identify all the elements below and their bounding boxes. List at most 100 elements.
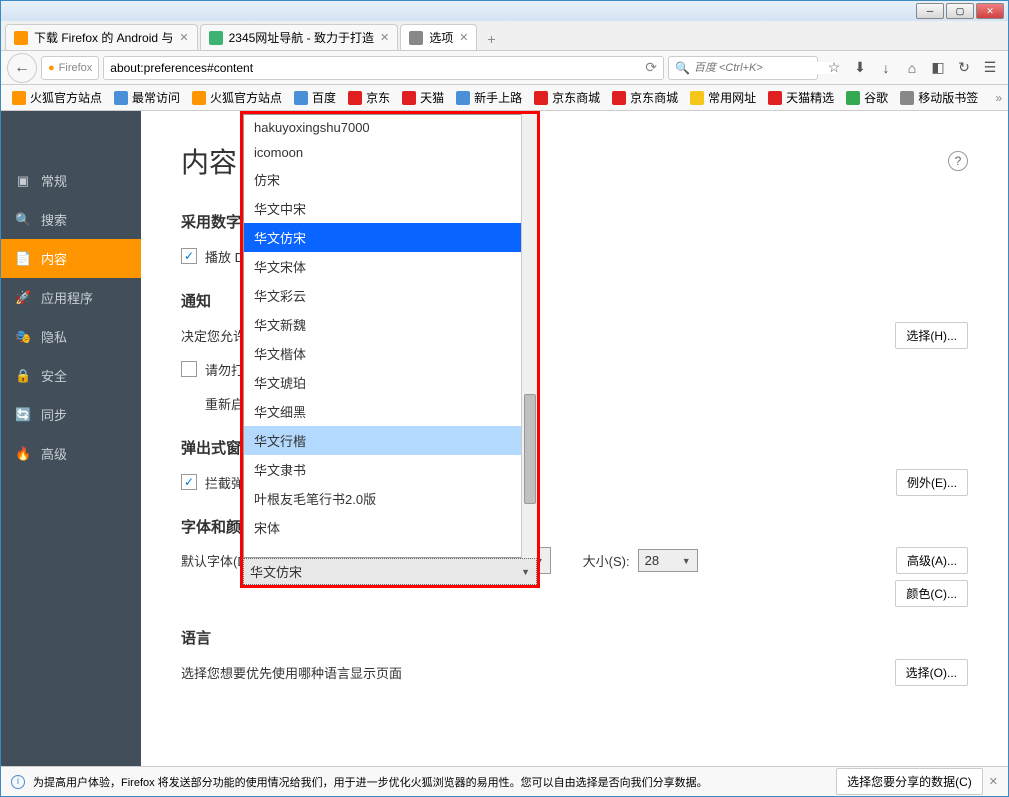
close-button[interactable]: ✕ [976, 3, 1004, 19]
tab-close-icon[interactable]: ✕ [179, 31, 188, 44]
bookmark-item[interactable]: 移动版书签 [895, 89, 983, 106]
help-icon[interactable]: ? [948, 151, 968, 171]
maximize-button[interactable]: ▢ [946, 3, 974, 19]
lang-desc: 选择您想要优先使用哪种语言显示页面 [181, 663, 402, 682]
font-option[interactable]: 华文中宋 [244, 194, 536, 223]
bookmark-favicon [690, 91, 704, 105]
tab-close-icon[interactable]: ✕ [380, 31, 389, 44]
drm-checkbox[interactable] [181, 248, 197, 264]
nav-bar: ← ● Firefox ⟳ 🔍 ☆ ⬇ ↓ ⌂ ◧ ↻ ☰ [1, 51, 1008, 85]
popup-exceptions-button[interactable]: 例外(E)... [896, 469, 968, 496]
sidebar-item-常规[interactable]: ▣常规 [1, 161, 141, 200]
font-option[interactable]: 华文楷体 [244, 339, 536, 368]
font-option[interactable]: 叶根友毛笔行书2.0版 [244, 484, 536, 513]
bookmark-item[interactable]: 火狐官方站点 [7, 89, 107, 106]
tab-title: 2345网址导航 - 致力于打造 [229, 29, 374, 46]
size-select[interactable]: 28 ▼ [638, 549, 698, 572]
bookmark-favicon [846, 91, 860, 105]
sidebar-item-内容[interactable]: 📄 内容 [1, 239, 141, 278]
url-box[interactable]: ⟳ [103, 56, 664, 80]
url-input[interactable] [110, 61, 645, 75]
font-option[interactable]: 华文隶书 [244, 455, 536, 484]
font-option[interactable]: 华文新魏 [244, 310, 536, 339]
bookmark-item[interactable]: 谷歌 [841, 89, 893, 106]
sidebar-icon: 🔄 [15, 407, 31, 423]
sidebar-item-隐私[interactable]: 🎭隐私 [1, 317, 141, 356]
dnd-checkbox[interactable] [181, 361, 197, 377]
color-button[interactable]: 颜色(C)... [895, 580, 968, 607]
home-icon[interactable]: ⌂ [900, 54, 924, 82]
size-label: 大小(S): [583, 551, 630, 570]
font-option[interactable]: 华文行楷 [244, 426, 536, 455]
menu-icon[interactable]: ☰ [978, 54, 1002, 82]
font-option[interactable]: icomoon [244, 140, 536, 165]
bookmark-item[interactable]: 常用网址 [685, 89, 761, 106]
bookmark-label: 谷歌 [864, 89, 888, 106]
sidebar-item-同步[interactable]: 🔄同步 [1, 395, 141, 434]
popup-checkbox[interactable] [181, 474, 197, 490]
font-option[interactable]: 华文琥珀 [244, 368, 536, 397]
font-option[interactable]: 华文宋体 [244, 252, 536, 281]
bookmark-label: 新手上路 [474, 89, 522, 106]
tab-close-icon[interactable]: ✕ [459, 31, 468, 44]
bookmark-item[interactable]: 天猫精选 [763, 89, 839, 106]
font-dropdown-list[interactable]: hakuyoxingshu7000icomoon仿宋华文中宋华文仿宋华文宋体华文… [243, 114, 537, 558]
bookmark-label: 最常访问 [132, 89, 180, 106]
bookmark-item[interactable]: 天猫 [397, 89, 449, 106]
bookmark-favicon [402, 91, 416, 105]
font-option[interactable]: 华文仿宋 [244, 223, 536, 252]
sidebar-icon[interactable]: ◧ [926, 54, 950, 82]
reload-icon[interactable]: ⟳ [645, 59, 657, 76]
lang-choose-button[interactable]: 选择(O)... [895, 659, 968, 686]
bookmark-item[interactable]: 百度 [289, 89, 341, 106]
bookmark-item[interactable]: 京东商城 [529, 89, 605, 106]
sidebar-item-应用程序[interactable]: 🚀应用程序 [1, 278, 141, 317]
sidebar-icon: 🔥 [15, 446, 31, 462]
bookmark-item[interactable]: 新手上路 [451, 89, 527, 106]
sidebar-label: 内容 [41, 249, 67, 268]
pocket-icon[interactable]: ⬇ [848, 54, 872, 82]
bookmark-item[interactable]: 京东 [343, 89, 395, 106]
font-option[interactable]: 华文彩云 [244, 281, 536, 310]
sidebar-icon: 📄 [15, 251, 31, 267]
minimize-button[interactable]: ─ [916, 3, 944, 19]
font-option[interactable]: hakuyoxingshu7000 [244, 115, 536, 140]
sidebar-item-安全[interactable]: 🔒安全 [1, 356, 141, 395]
font-select-expanded[interactable]: 华文仿宋 ▼ [243, 558, 537, 585]
bookmark-star-icon[interactable]: ☆ [822, 54, 846, 82]
sidebar-label: 高级 [41, 444, 67, 463]
browser-tab[interactable]: 选项 ✕ [400, 24, 477, 50]
font-option[interactable]: 宋体 [244, 513, 536, 542]
browser-tab[interactable]: 2345网址导航 - 致力于打造 ✕ [200, 24, 399, 50]
browser-tab[interactable]: 下载 Firefox 的 Android 与 ✕ [5, 24, 198, 50]
status-close-icon[interactable]: ✕ [989, 775, 998, 788]
search-input[interactable] [694, 62, 837, 74]
sidebar-item-搜索[interactable]: 🔍搜索 [1, 200, 141, 239]
bookmark-item[interactable]: 火狐官方站点 [187, 89, 287, 106]
bookmarks-overflow-icon[interactable]: » [995, 91, 1002, 105]
advanced-button[interactable]: 高级(A)... [896, 547, 968, 574]
notif-choose-button[interactable]: 选择(H)... [895, 322, 968, 349]
sidebar-icon: ▣ [15, 173, 31, 189]
tab-title: 下载 Firefox 的 Android 与 [34, 29, 173, 46]
sync-icon[interactable]: ↻ [952, 54, 976, 82]
info-icon: i [11, 775, 25, 789]
search-box[interactable]: 🔍 [668, 56, 818, 80]
bookmark-label: 火狐官方站点 [30, 89, 102, 106]
bookmark-label: 京东商城 [552, 89, 600, 106]
bookmark-item[interactable]: 京东商城 [607, 89, 683, 106]
back-button[interactable]: ← [7, 53, 37, 83]
share-data-button[interactable]: 选择您要分享的数据(C) [836, 768, 983, 795]
scrollbar-thumb[interactable] [524, 394, 536, 504]
downloads-icon[interactable]: ↓ [874, 54, 898, 82]
font-option[interactable]: 华文细黑 [244, 397, 536, 426]
bookmarks-bar: 火狐官方站点最常访问火狐官方站点百度京东天猫新手上路京东商城京东商城常用网址天猫… [1, 85, 1008, 111]
bookmark-item[interactable]: 最常访问 [109, 89, 185, 106]
bookmark-favicon [294, 91, 308, 105]
scrollbar[interactable] [521, 114, 537, 558]
new-tab-button[interactable]: + [479, 28, 503, 50]
bookmark-label: 火狐官方站点 [210, 89, 282, 106]
identity-box[interactable]: ● Firefox [41, 56, 99, 80]
font-option[interactable]: 仿宋 [244, 165, 536, 194]
sidebar-item-高级[interactable]: 🔥 高级 [1, 434, 141, 473]
